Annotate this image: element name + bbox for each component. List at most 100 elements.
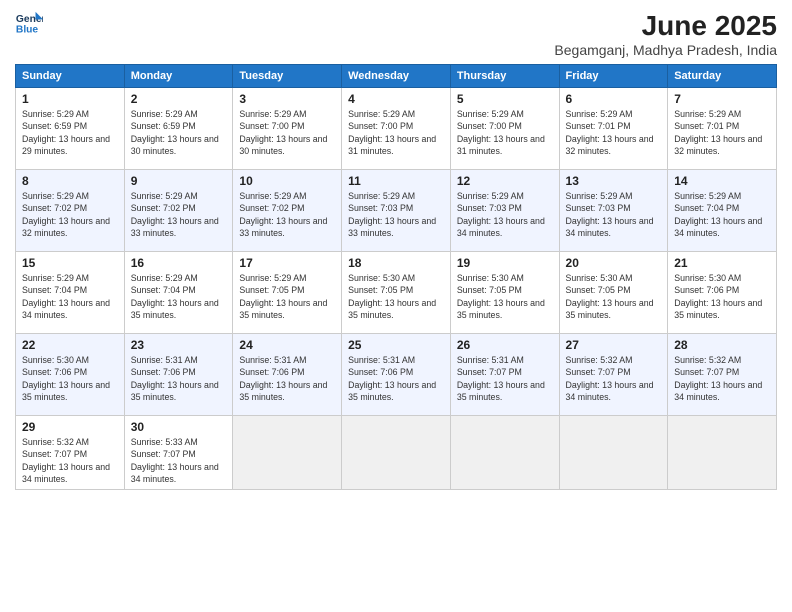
day-info: Sunrise: 5:29 AMSunset: 7:00 PMDaylight:…	[348, 109, 436, 156]
table-row: 4 Sunrise: 5:29 AMSunset: 7:00 PMDayligh…	[342, 88, 451, 170]
table-row: 18 Sunrise: 5:30 AMSunset: 7:05 PMDaylig…	[342, 252, 451, 334]
day-number: 26	[457, 338, 553, 352]
day-info: Sunrise: 5:33 AMSunset: 7:07 PMDaylight:…	[131, 437, 219, 484]
table-row: 14 Sunrise: 5:29 AMSunset: 7:04 PMDaylig…	[668, 170, 777, 252]
table-row: 30 Sunrise: 5:33 AMSunset: 7:07 PMDaylig…	[124, 416, 233, 490]
day-number: 16	[131, 256, 227, 270]
table-row	[668, 416, 777, 490]
calendar-week-row: 8 Sunrise: 5:29 AMSunset: 7:02 PMDayligh…	[16, 170, 777, 252]
day-number: 22	[22, 338, 118, 352]
day-info: Sunrise: 5:30 AMSunset: 7:05 PMDaylight:…	[348, 273, 436, 320]
day-info: Sunrise: 5:29 AMSunset: 7:03 PMDaylight:…	[348, 191, 436, 238]
table-row: 25 Sunrise: 5:31 AMSunset: 7:06 PMDaylig…	[342, 334, 451, 416]
calendar-week-row: 15 Sunrise: 5:29 AMSunset: 7:04 PMDaylig…	[16, 252, 777, 334]
day-info: Sunrise: 5:30 AMSunset: 7:05 PMDaylight:…	[566, 273, 654, 320]
table-row: 23 Sunrise: 5:31 AMSunset: 7:06 PMDaylig…	[124, 334, 233, 416]
table-row: 13 Sunrise: 5:29 AMSunset: 7:03 PMDaylig…	[559, 170, 668, 252]
table-row: 6 Sunrise: 5:29 AMSunset: 7:01 PMDayligh…	[559, 88, 668, 170]
table-row: 10 Sunrise: 5:29 AMSunset: 7:02 PMDaylig…	[233, 170, 342, 252]
day-number: 21	[674, 256, 770, 270]
day-number: 30	[131, 420, 227, 434]
day-info: Sunrise: 5:29 AMSunset: 7:03 PMDaylight:…	[457, 191, 545, 238]
day-number: 18	[348, 256, 444, 270]
col-friday: Friday	[559, 65, 668, 88]
table-row: 1 Sunrise: 5:29 AMSunset: 6:59 PMDayligh…	[16, 88, 125, 170]
day-number: 17	[239, 256, 335, 270]
day-info: Sunrise: 5:29 AMSunset: 7:04 PMDaylight:…	[22, 273, 110, 320]
calendar-week-row: 22 Sunrise: 5:30 AMSunset: 7:06 PMDaylig…	[16, 334, 777, 416]
day-number: 25	[348, 338, 444, 352]
day-number: 2	[131, 92, 227, 106]
page: General Blue June 2025 Begamganj, Madhya…	[0, 0, 792, 612]
table-row: 19 Sunrise: 5:30 AMSunset: 7:05 PMDaylig…	[450, 252, 559, 334]
day-number: 1	[22, 92, 118, 106]
day-info: Sunrise: 5:29 AMSunset: 7:02 PMDaylight:…	[131, 191, 219, 238]
day-info: Sunrise: 5:31 AMSunset: 7:06 PMDaylight:…	[348, 355, 436, 402]
day-info: Sunrise: 5:29 AMSunset: 7:00 PMDaylight:…	[239, 109, 327, 156]
table-row: 5 Sunrise: 5:29 AMSunset: 7:00 PMDayligh…	[450, 88, 559, 170]
day-info: Sunrise: 5:30 AMSunset: 7:05 PMDaylight:…	[457, 273, 545, 320]
day-number: 12	[457, 174, 553, 188]
table-row: 26 Sunrise: 5:31 AMSunset: 7:07 PMDaylig…	[450, 334, 559, 416]
table-row	[342, 416, 451, 490]
day-info: Sunrise: 5:31 AMSunset: 7:07 PMDaylight:…	[457, 355, 545, 402]
day-number: 28	[674, 338, 770, 352]
table-row: 9 Sunrise: 5:29 AMSunset: 7:02 PMDayligh…	[124, 170, 233, 252]
day-info: Sunrise: 5:32 AMSunset: 7:07 PMDaylight:…	[674, 355, 762, 402]
day-number: 19	[457, 256, 553, 270]
table-row: 27 Sunrise: 5:32 AMSunset: 7:07 PMDaylig…	[559, 334, 668, 416]
day-number: 15	[22, 256, 118, 270]
col-tuesday: Tuesday	[233, 65, 342, 88]
table-row	[233, 416, 342, 490]
table-row	[450, 416, 559, 490]
calendar-header-row: Sunday Monday Tuesday Wednesday Thursday…	[16, 65, 777, 88]
month-title: June 2025	[554, 10, 777, 42]
day-info: Sunrise: 5:29 AMSunset: 6:59 PMDaylight:…	[131, 109, 219, 156]
table-row: 8 Sunrise: 5:29 AMSunset: 7:02 PMDayligh…	[16, 170, 125, 252]
day-number: 23	[131, 338, 227, 352]
day-info: Sunrise: 5:29 AMSunset: 7:05 PMDaylight:…	[239, 273, 327, 320]
table-row: 21 Sunrise: 5:30 AMSunset: 7:06 PMDaylig…	[668, 252, 777, 334]
day-number: 3	[239, 92, 335, 106]
logo: General Blue	[15, 10, 43, 38]
logo-icon: General Blue	[15, 10, 43, 38]
day-info: Sunrise: 5:32 AMSunset: 7:07 PMDaylight:…	[566, 355, 654, 402]
day-info: Sunrise: 5:29 AMSunset: 7:02 PMDaylight:…	[22, 191, 110, 238]
day-info: Sunrise: 5:31 AMSunset: 7:06 PMDaylight:…	[239, 355, 327, 402]
day-info: Sunrise: 5:29 AMSunset: 7:02 PMDaylight:…	[239, 191, 327, 238]
table-row: 20 Sunrise: 5:30 AMSunset: 7:05 PMDaylig…	[559, 252, 668, 334]
day-number: 24	[239, 338, 335, 352]
day-number: 4	[348, 92, 444, 106]
table-row: 15 Sunrise: 5:29 AMSunset: 7:04 PMDaylig…	[16, 252, 125, 334]
table-row	[559, 416, 668, 490]
col-sunday: Sunday	[16, 65, 125, 88]
col-monday: Monday	[124, 65, 233, 88]
table-row: 24 Sunrise: 5:31 AMSunset: 7:06 PMDaylig…	[233, 334, 342, 416]
table-row: 11 Sunrise: 5:29 AMSunset: 7:03 PMDaylig…	[342, 170, 451, 252]
day-number: 8	[22, 174, 118, 188]
day-number: 29	[22, 420, 118, 434]
day-number: 27	[566, 338, 662, 352]
day-number: 11	[348, 174, 444, 188]
table-row: 12 Sunrise: 5:29 AMSunset: 7:03 PMDaylig…	[450, 170, 559, 252]
table-row: 29 Sunrise: 5:32 AMSunset: 7:07 PMDaylig…	[16, 416, 125, 490]
header: General Blue June 2025 Begamganj, Madhya…	[15, 10, 777, 58]
day-info: Sunrise: 5:31 AMSunset: 7:06 PMDaylight:…	[131, 355, 219, 402]
day-number: 9	[131, 174, 227, 188]
table-row: 22 Sunrise: 5:30 AMSunset: 7:06 PMDaylig…	[16, 334, 125, 416]
table-row: 7 Sunrise: 5:29 AMSunset: 7:01 PMDayligh…	[668, 88, 777, 170]
day-info: Sunrise: 5:29 AMSunset: 7:01 PMDaylight:…	[566, 109, 654, 156]
table-row: 2 Sunrise: 5:29 AMSunset: 6:59 PMDayligh…	[124, 88, 233, 170]
day-info: Sunrise: 5:29 AMSunset: 6:59 PMDaylight:…	[22, 109, 110, 156]
title-block: June 2025 Begamganj, Madhya Pradesh, Ind…	[554, 10, 777, 58]
table-row: 3 Sunrise: 5:29 AMSunset: 7:00 PMDayligh…	[233, 88, 342, 170]
day-number: 6	[566, 92, 662, 106]
col-wednesday: Wednesday	[342, 65, 451, 88]
day-number: 10	[239, 174, 335, 188]
col-thursday: Thursday	[450, 65, 559, 88]
day-info: Sunrise: 5:30 AMSunset: 7:06 PMDaylight:…	[22, 355, 110, 402]
subtitle: Begamganj, Madhya Pradesh, India	[554, 42, 777, 58]
calendar-week-row: 29 Sunrise: 5:32 AMSunset: 7:07 PMDaylig…	[16, 416, 777, 490]
table-row: 16 Sunrise: 5:29 AMSunset: 7:04 PMDaylig…	[124, 252, 233, 334]
calendar-week-row: 1 Sunrise: 5:29 AMSunset: 6:59 PMDayligh…	[16, 88, 777, 170]
